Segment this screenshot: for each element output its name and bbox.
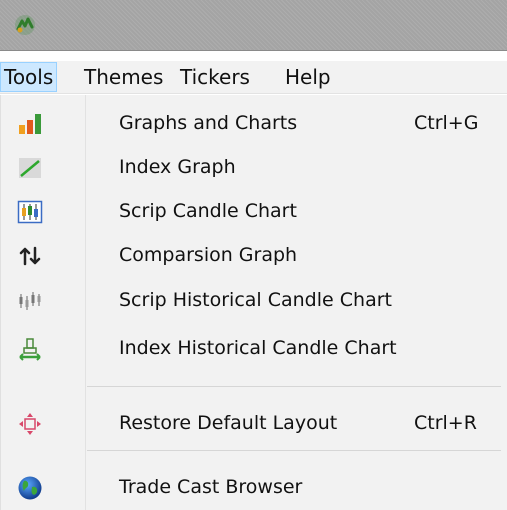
menu-item-label: Restore Default Layout xyxy=(119,412,338,434)
menu-item-graphs-and-charts[interactable]: Graphs and Charts Ctrl+G xyxy=(1,103,507,143)
menu-item-index-historical-candle-chart[interactable]: Index Historical Candle Chart xyxy=(1,328,507,368)
menu-item-label: Scrip Historical Candle Chart xyxy=(119,289,392,311)
app-logo-icon[interactable] xyxy=(13,13,37,37)
candle-chart-icon xyxy=(17,200,43,224)
index-historical-icon xyxy=(19,338,41,361)
shortcut-label: Ctrl+G xyxy=(414,112,479,134)
menu-help[interactable]: Help xyxy=(282,62,334,92)
title-bar xyxy=(0,0,507,51)
menu-bar: Tools Themes Tickers Help xyxy=(0,61,507,94)
menu-item-scrip-candle-chart[interactable]: Scrip Candle Chart xyxy=(1,191,507,231)
menu-item-label: Trade Cast Browser xyxy=(119,476,303,498)
menu-item-label: Comparsion Graph xyxy=(119,244,298,266)
menu-themes[interactable]: Themes xyxy=(81,62,166,92)
menu-item-scrip-historical-candle-chart[interactable]: Scrip Historical Candle Chart xyxy=(1,280,507,320)
globe-icon xyxy=(18,476,42,500)
menu-item-index-graph[interactable]: Index Graph xyxy=(1,147,507,187)
menu-item-label: Index Graph xyxy=(119,156,236,178)
line-graph-icon xyxy=(19,158,41,178)
menu-separator xyxy=(87,450,501,451)
tools-dropdown-menu: Graphs and Charts Ctrl+G Index Graph Scr… xyxy=(0,95,507,510)
menu-item-comparsion-graph[interactable]: Comparsion Graph xyxy=(1,235,507,275)
menu-item-restore-default-layout[interactable]: Restore Default Layout Ctrl+R xyxy=(1,403,507,443)
bar-chart-icon xyxy=(19,114,41,134)
menu-item-trade-cast-browser[interactable]: Trade Cast Browser xyxy=(1,467,507,507)
historical-candle-icon xyxy=(19,292,41,310)
compare-arrows-icon xyxy=(19,246,41,266)
menu-item-label: Scrip Candle Chart xyxy=(119,200,297,222)
menu-tools[interactable]: Tools xyxy=(0,62,58,92)
menu-item-label: Index Historical Candle Chart xyxy=(119,337,397,359)
shortcut-label: Ctrl+R xyxy=(414,412,477,434)
menu-tickers[interactable]: Tickers xyxy=(177,62,253,92)
move-arrows-icon xyxy=(19,413,41,435)
menu-separator xyxy=(87,386,501,387)
menu-item-label: Graphs and Charts xyxy=(119,112,298,134)
